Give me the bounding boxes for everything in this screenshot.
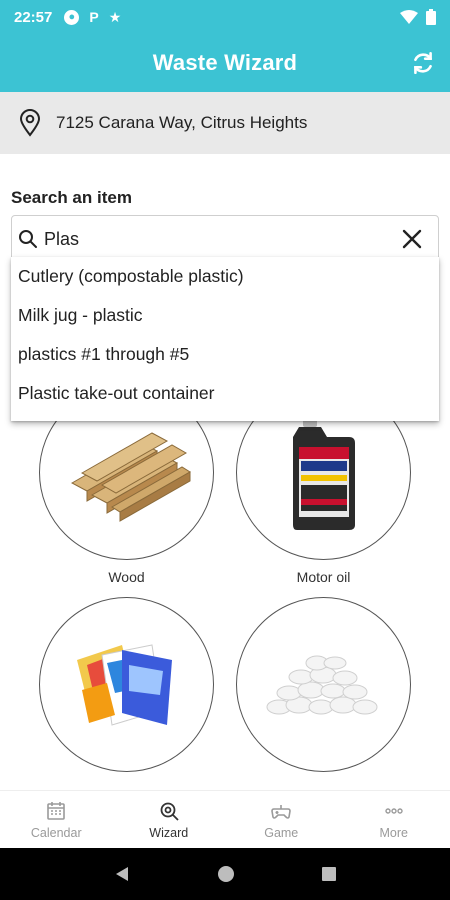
nav-label: Wizard xyxy=(149,825,189,840)
nav-label: Game xyxy=(264,825,299,840)
system-navigation-bar xyxy=(0,848,450,900)
suggestion-item[interactable]: Cutlery (compostable plastic) xyxy=(11,257,439,296)
battery-icon xyxy=(426,9,436,25)
nav-label: More xyxy=(379,825,408,840)
star-icon: ★ xyxy=(108,8,122,25)
calendar-icon xyxy=(47,801,66,820)
item-tile-peanuts[interactable] xyxy=(236,597,411,772)
search-icon xyxy=(19,230,37,248)
location-pin-icon xyxy=(19,109,41,137)
close-icon[interactable] xyxy=(400,227,424,251)
address-text: 7125 Carana Way, Citrus Heights xyxy=(56,113,308,132)
status-bar: 22:57 ● P ★ xyxy=(0,0,450,34)
search-suggestions: Cutlery (compostable plastic) Milk jug -… xyxy=(11,257,439,421)
nav-label: Calendar xyxy=(30,825,82,840)
back-icon[interactable] xyxy=(113,865,131,883)
search-input[interactable]: Plas xyxy=(11,215,439,263)
item-label-motor-oil: Motor oil xyxy=(296,569,351,585)
wifi-icon xyxy=(400,10,418,24)
packing-peanuts-image xyxy=(266,655,377,714)
account-circle-icon: ● xyxy=(64,9,80,25)
parking-icon: P xyxy=(89,9,99,25)
app-title: Waste Wizard xyxy=(152,50,298,75)
motor-oil-bottle-image xyxy=(292,415,355,530)
wizard-icon xyxy=(160,802,179,821)
search-label: Search an item xyxy=(11,188,132,207)
status-time: 22:57 xyxy=(14,8,53,26)
more-icon xyxy=(385,807,403,814)
suggestion-item[interactable]: Plastic take-out container xyxy=(11,374,439,413)
nav-item-wizard[interactable]: Wizard xyxy=(113,791,226,848)
nav-item-calendar[interactable]: Calendar xyxy=(0,791,113,848)
bottom-navigation: Calendar Wizard Game More xyxy=(0,790,450,848)
refresh-icon[interactable] xyxy=(410,50,436,76)
snack-wrappers-image xyxy=(76,643,172,726)
item-tile-wrappers[interactable] xyxy=(39,597,214,772)
location-bar[interactable]: 7125 Carana Way, Citrus Heights xyxy=(0,92,450,154)
wood-planks-image xyxy=(70,431,191,522)
suggestion-item[interactable]: Milk jug - plastic xyxy=(11,296,439,335)
app-bar: Waste Wizard xyxy=(0,34,450,92)
nav-item-game[interactable]: Game xyxy=(225,791,338,848)
home-icon[interactable] xyxy=(216,864,236,884)
suggestion-item[interactable]: plastics #1 through #5 xyxy=(11,335,439,374)
recents-icon[interactable] xyxy=(321,866,337,882)
nav-item-more[interactable]: More xyxy=(338,791,450,848)
game-controller-icon xyxy=(271,804,292,819)
item-label-wood: Wood xyxy=(108,569,145,585)
search-value: Plas xyxy=(44,228,80,249)
